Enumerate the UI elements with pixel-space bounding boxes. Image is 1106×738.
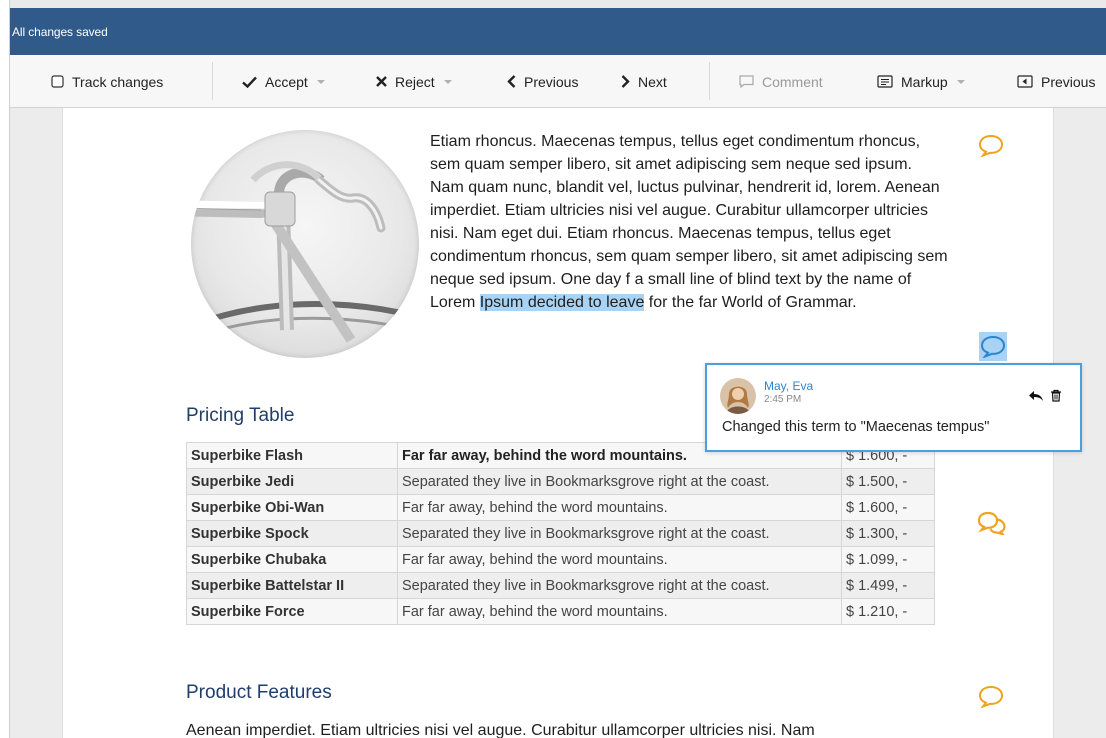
product-description: Far far away, behind the word mountains. xyxy=(397,546,842,573)
reject-dropdown-caret[interactable] xyxy=(443,79,452,84)
check-icon xyxy=(242,76,257,88)
previous-label: Previous xyxy=(524,73,579,90)
body-paragraph[interactable]: Etiam rhoncus. Maecenas tempus, tellus e… xyxy=(430,130,950,314)
product-description: Separated they live in Bookmarksgrove ri… xyxy=(397,468,842,495)
next-change-button[interactable]: Next xyxy=(621,55,667,108)
track-changes-label: Track changes xyxy=(72,73,164,90)
product-description: Separated they live in Bookmarksgrove ri… xyxy=(397,520,842,547)
track-changes-toggle[interactable]: Track changes xyxy=(51,55,163,108)
product-description: Far far away, behind the word mountains. xyxy=(397,598,842,625)
left-edge-panel xyxy=(0,0,10,738)
product-price: $ 1.300, - xyxy=(841,520,935,547)
product-name: Superbike Flash xyxy=(186,442,398,469)
product-price: $ 1.600, - xyxy=(841,494,935,521)
reject-button[interactable]: Reject xyxy=(376,55,452,108)
preview-button[interactable]: Previous xyxy=(1017,55,1095,108)
markup-label: Markup xyxy=(901,73,948,90)
product-description: Separated they live in Bookmarksgrove ri… xyxy=(397,572,842,599)
product-price: $ 1.099, - xyxy=(841,546,935,573)
pricing-table: Superbike Flash Far far away, behind the… xyxy=(186,442,935,625)
product-name: Superbike Chubaka xyxy=(186,546,398,573)
pricing-table-heading: Pricing Table xyxy=(186,405,295,426)
table-row: Superbike Jedi Separated they live in Bo… xyxy=(186,468,935,495)
paragraph-text-after: for the far World of Grammar. xyxy=(644,294,857,311)
comment-label: Comment xyxy=(762,73,823,90)
product-features-heading: Product Features xyxy=(186,682,332,703)
product-name: Superbike Jedi xyxy=(186,468,398,495)
comment-time: 2:45 PM xyxy=(764,394,802,405)
table-row: Superbike Chubaka Far far away, behind t… xyxy=(186,546,935,573)
active-comment-bubble-icon[interactable] xyxy=(979,332,1007,361)
save-status: All changes saved xyxy=(12,25,108,39)
toolbar-divider xyxy=(709,62,710,100)
avatar xyxy=(720,378,756,414)
table-row: Superbike Battelstar II Separated they l… xyxy=(186,572,935,599)
product-description: Far far away, behind the word mountains. xyxy=(397,494,842,521)
chevron-right-icon xyxy=(621,75,630,88)
checkbox-icon[interactable] xyxy=(51,75,64,88)
review-toolbar: Track changes Accept Reject Previous Nex… xyxy=(10,55,1106,108)
product-name: Superbike Spock xyxy=(186,520,398,547)
preview-label: Previous xyxy=(1041,73,1096,90)
product-name: Superbike Battelstar II xyxy=(186,572,398,599)
markup-icon xyxy=(877,75,893,88)
comment-popup[interactable]: May, Eva 2:45 PM Changed this term to "M… xyxy=(705,363,1082,452)
paragraph-text-before: Etiam rhoncus. Maecenas tempus, tellus e… xyxy=(430,133,948,311)
comment-button[interactable]: Comment xyxy=(739,55,823,108)
bike-image xyxy=(191,130,419,358)
product-price: $ 1.500, - xyxy=(841,468,935,495)
document-canvas[interactable]: Etiam rhoncus. Maecenas tempus, tellus e… xyxy=(10,108,1106,738)
table-row: Superbike Spock Separated they live in B… xyxy=(186,520,935,547)
comment-icon xyxy=(739,75,754,88)
reject-label: Reject xyxy=(395,73,435,90)
preview-icon xyxy=(1017,75,1033,88)
table-row: Superbike Obi-Wan Far far away, behind t… xyxy=(186,494,935,521)
comment-actions xyxy=(1028,389,1062,407)
reply-icon[interactable] xyxy=(1028,389,1044,407)
table-row: Superbike Force Far far away, behind the… xyxy=(186,598,935,625)
markup-button[interactable]: Markup xyxy=(877,55,965,108)
product-price: $ 1.210, - xyxy=(841,598,935,625)
chevron-left-icon xyxy=(507,75,516,88)
x-icon xyxy=(376,76,387,87)
toolbar-divider xyxy=(212,62,213,100)
accept-button[interactable]: Accept xyxy=(242,55,325,108)
previous-change-button[interactable]: Previous xyxy=(507,55,578,108)
status-bar: All changes saved xyxy=(10,8,1106,55)
next-label: Next xyxy=(638,73,667,90)
trash-icon[interactable] xyxy=(1050,389,1062,407)
product-name: Superbike Force xyxy=(186,598,398,625)
comment-author[interactable]: May, Eva xyxy=(764,379,813,393)
comment-thread-icon[interactable] xyxy=(977,511,1007,540)
features-paragraph: Aenean imperdiet. Etiam ultricies nisi v… xyxy=(186,722,815,738)
comment-text: Changed this term to "Maecenas tempus" xyxy=(722,419,990,435)
accept-dropdown-caret[interactable] xyxy=(316,79,325,84)
comment-bubble-icon[interactable] xyxy=(978,685,1004,713)
product-price: $ 1.499, - xyxy=(841,572,935,599)
product-name: Superbike Obi-Wan xyxy=(186,494,398,521)
comment-bubble-icon[interactable] xyxy=(978,134,1004,162)
tracked-change-highlight[interactable]: Ipsum decided to leave xyxy=(479,294,645,311)
markup-dropdown-caret[interactable] xyxy=(956,79,965,84)
accept-label: Accept xyxy=(265,73,308,90)
